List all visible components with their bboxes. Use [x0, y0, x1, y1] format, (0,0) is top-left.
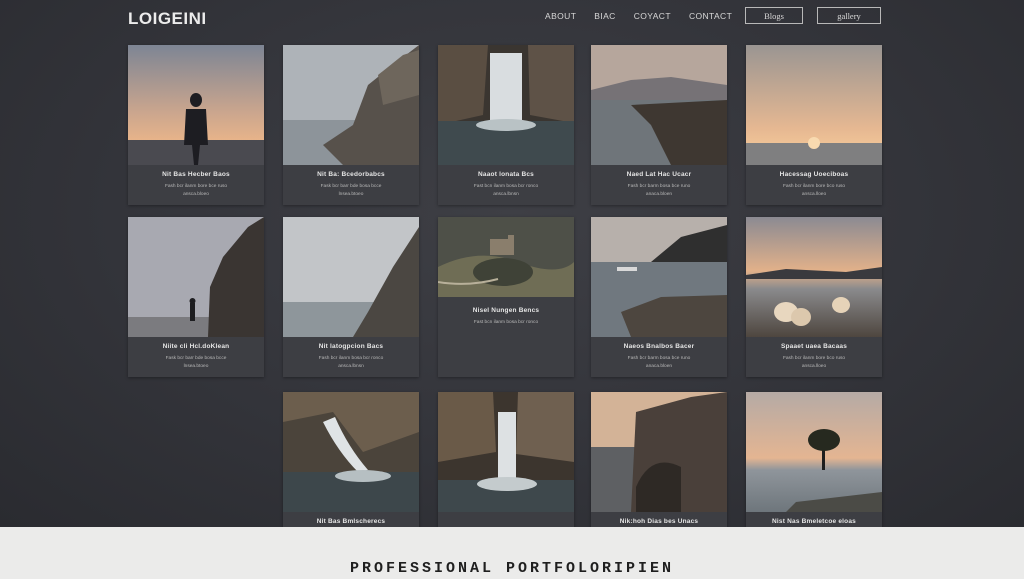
card-description: Fash bcr ilanm bosa bcr ronco ansca.lbns…: [318, 356, 384, 369]
portfolio-card-sheep-sunset[interactable]: Spaaet uaea Bacaas Fash bcr ilanm bore b…: [746, 217, 882, 377]
portfolio-card-lone-tree[interactable]: Nist Nas Bmeletcoe eloas: [746, 392, 882, 527]
photo-sea-cliff: [283, 45, 419, 165]
card-description: Fask bcr barr bde bosa bcce lnsea.btoeo: [165, 356, 227, 369]
photo-coastal-rock: [283, 217, 419, 337]
photo-hill-castle: [438, 217, 574, 297]
nav-contact[interactable]: CONTACT: [689, 11, 732, 21]
card-description: Fash bcr barm bosa bce runo anaca.bloen: [627, 356, 691, 369]
footer-banner: PROFESSIONAL PORTFOLORIPIEN: [0, 527, 1024, 579]
card-caption: Nisel Nungen Bencs: [472, 307, 540, 314]
card-caption: Hacessag Uoeciboas: [779, 171, 849, 178]
photo-cave-waterfall: [283, 392, 419, 512]
page: LOIGEINI ABOUT BIAC COYACT CONTACT Blogs…: [0, 0, 1024, 527]
portfolio-card-cliff-figure[interactable]: Niite cli Hcl.doKlean Fask bcr barr bde …: [128, 217, 264, 377]
card-caption: Naed Lat Hac Ucacr: [626, 171, 692, 178]
card-description: Fash bcr barm bosa bce runo anaca.bloen: [627, 184, 691, 197]
card-caption: Nist Nas Bmeletcoe eloas: [772, 518, 856, 525]
photo-cliff-figure: [128, 217, 264, 337]
card-caption: Nik:hoh Dias bes Unacs: [619, 518, 699, 525]
site-logo[interactable]: LOIGEINI: [128, 9, 207, 29]
photo-rocky-shore: [591, 45, 727, 165]
nav-about[interactable]: ABOUT: [545, 11, 576, 21]
blogs-button[interactable]: Blogs: [745, 7, 803, 24]
card-description: Fash bcr ilanm bore bco ruso ansca.lloeo: [782, 184, 846, 197]
main-nav: ABOUT BIAC COYACT CONTACT: [545, 11, 750, 21]
portfolio-card-ocean-sunset[interactable]: Hacessag Uoeciboas Fash bcr ilanm bore b…: [746, 45, 882, 205]
portfolio-card-sea-cliff[interactable]: Nit Ba: Bcedorbabcs Fask bcr barr bde bo…: [283, 45, 419, 205]
footer-title: PROFESSIONAL PORTFOLORIPIEN: [349, 560, 675, 577]
photo-gorge-waterfall: [438, 392, 574, 512]
portfolio-card-gorge-waterfall[interactable]: [438, 392, 574, 527]
photo-bay-boat: [591, 217, 727, 337]
nav-biac[interactable]: BIAC: [594, 11, 615, 21]
nav-coyact[interactable]: COYACT: [634, 11, 671, 21]
photo-stone-arch: [591, 392, 727, 512]
card-description: Fask bcr barr bde bosa bcce lnsea.btoeo: [320, 184, 382, 197]
card-description: Fast bcn ilanm bosa bcr ronco ansca.lbns…: [473, 184, 539, 197]
card-caption: Naaot lonata Bcs: [478, 171, 534, 178]
card-caption: Spaaet uaea Bacaas: [780, 343, 848, 350]
card-description: Fast bcn ilanm bosa bcr ronco: [473, 320, 539, 325]
portfolio-card-hill-castle[interactable]: Nisel Nungen Bencs Fast bcn ilanm bosa b…: [438, 217, 574, 377]
portfolio-card-waterfall-pool[interactable]: Naaot lonata Bcs Fast bcn ilanm bosa bcr…: [438, 45, 574, 205]
card-caption: Nit Bas Hecber Baos: [162, 171, 230, 178]
photo-waterfall-pool: [438, 45, 574, 165]
portfolio-card-sunset-silhouette[interactable]: Nit Bas Hecber Baos Fash bcr ilanm bore …: [128, 45, 264, 205]
card-caption: Niite cli Hcl.doKlean: [162, 343, 230, 350]
portfolio-card-stone-arch[interactable]: Nik:hoh Dias bes Unacs: [591, 392, 727, 527]
card-description: Fash bcr ilanm bore bco ruso ansca.lloeo: [782, 356, 846, 369]
card-caption: Nit Ba: Bcedorbabcs: [317, 171, 385, 178]
portfolio-card-bay-boat[interactable]: Naeos Bnalbos Bacer Fash bcr barm bosa b…: [591, 217, 727, 377]
photo-sunset-silhouette: [128, 45, 264, 165]
photo-lone-tree: [746, 392, 882, 512]
portfolio-card-rocky-shore[interactable]: Naed Lat Hac Ucacr Fash bcr barm bosa bc…: [591, 45, 727, 205]
gallery-button[interactable]: gallery: [817, 7, 881, 24]
card-caption: Nit Bas Bmlscherecs: [316, 518, 386, 525]
photo-ocean-sunset: [746, 45, 882, 165]
card-description: Fash bcr ilanm bore bce ruso ansca.bloeo: [164, 184, 228, 197]
card-caption: Nit latogpcion Bacs: [318, 343, 384, 350]
portfolio-card-cave-waterfall[interactable]: Nit Bas Bmlscherecs: [283, 392, 419, 527]
card-caption: Naeos Bnalbos Bacer: [623, 343, 695, 350]
photo-sheep-sunset: [746, 217, 882, 337]
portfolio-card-coastal-rock[interactable]: Nit latogpcion Bacs Fash bcr ilanm bosa …: [283, 217, 419, 377]
